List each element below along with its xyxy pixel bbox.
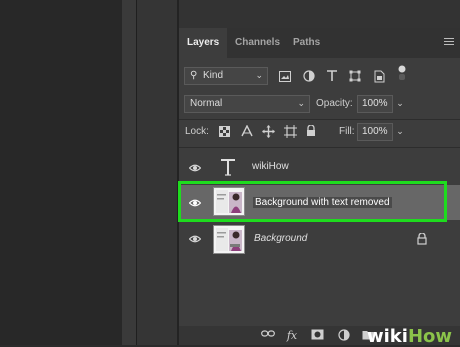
tab-layers[interactable]: Layers (187, 37, 219, 48)
tab-paths[interactable]: Paths (293, 37, 320, 48)
fill-chevron-icon[interactable]: ⌄ (393, 123, 407, 139)
layer-thumbnail (213, 225, 245, 254)
tab-channels[interactable]: Channels (235, 37, 280, 48)
link-layers-icon[interactable] (261, 329, 275, 342)
shape-filter-icon[interactable] (348, 69, 362, 83)
lock-row: Lock: Fill: 100% ⌄ (179, 120, 460, 144)
lock-position-icon[interactable] (261, 124, 275, 138)
fill-label: Fill: (339, 126, 355, 137)
chevron-down-icon: ⌄ (255, 70, 263, 80)
type-layer-icon (219, 157, 237, 177)
adjustment-icon[interactable] (337, 329, 351, 342)
lock-image-icon[interactable] (240, 124, 254, 138)
wikihow-watermark: wikiHow (367, 326, 452, 347)
lock-artboard-icon[interactable] (283, 124, 297, 138)
fx-icon[interactable]: fx (285, 329, 299, 342)
lock-all-icon[interactable] (304, 124, 318, 138)
chevron-down-icon: ⌄ (297, 98, 305, 108)
watermark-part1: wiki (366, 326, 408, 347)
opacity-label: Opacity: (316, 98, 353, 109)
filter-kind-dropdown[interactable]: ⚲ Kind ⌄ (184, 67, 268, 85)
blend-mode-value: Normal (190, 98, 223, 109)
eye-icon[interactable] (189, 162, 201, 174)
adjustment-filter-icon[interactable] (302, 69, 316, 83)
blend-mode-dropdown[interactable]: Normal ⌄ (184, 95, 310, 113)
panel-divider (122, 0, 136, 345)
image-filter-icon[interactable] (278, 69, 292, 83)
opacity-value: 100% (362, 98, 388, 109)
layer-name[interactable]: Background (254, 233, 307, 244)
eye-icon[interactable] (189, 233, 201, 245)
fill-value: 100% (362, 126, 388, 137)
layers-panel: Layers Channels Paths ⚲ Kind ⌄ Normal ⌄ … (179, 0, 460, 347)
lock-icon (417, 233, 427, 245)
opacity-field[interactable]: 100% (357, 95, 393, 113)
collapsed-panel-strip (137, 0, 178, 345)
document-canvas-area (0, 0, 122, 345)
type-filter-icon[interactable] (325, 69, 339, 83)
separator (179, 147, 460, 148)
watermark-part2: How (407, 326, 452, 347)
layer-name[interactable]: wikiHow (252, 161, 289, 172)
blend-row: Normal ⌄ Opacity: 100% ⌄ (179, 92, 460, 116)
smart-object-filter-icon[interactable] (372, 69, 386, 83)
panel-header-area (179, 0, 460, 28)
search-icon: ⚲ (190, 70, 198, 81)
lock-label: Lock: (185, 126, 209, 137)
layer-row-background[interactable]: Background (179, 221, 460, 257)
lock-pixels-icon[interactable] (217, 124, 231, 138)
filter-toggle-icon[interactable] (395, 65, 409, 80)
opacity-chevron-icon[interactable]: ⌄ (393, 95, 407, 111)
fill-field[interactable]: 100% (357, 123, 393, 141)
filter-row: ⚲ Kind ⌄ (179, 62, 460, 88)
panel-tab-bar: Layers Channels Paths (179, 28, 460, 58)
mask-icon[interactable] (310, 329, 324, 342)
filter-kind-label: Kind (203, 70, 224, 81)
panel-menu-icon[interactable] (444, 38, 454, 46)
layers-bottom-bar: fx wikiHow (179, 326, 460, 347)
highlight-box (178, 181, 447, 222)
